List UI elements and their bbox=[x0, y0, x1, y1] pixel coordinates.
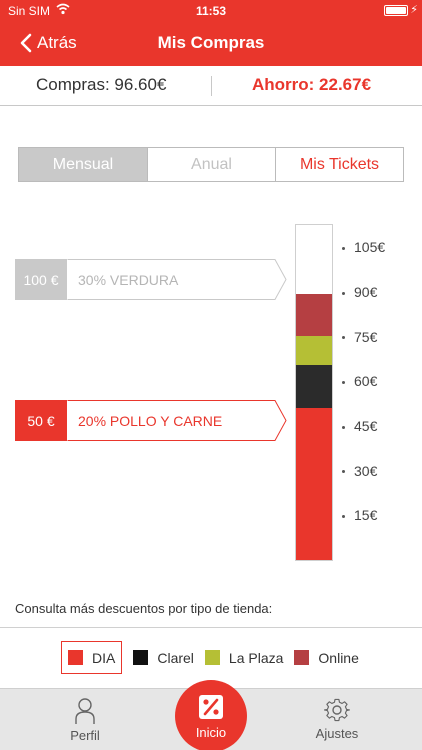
spending-column-chart bbox=[295, 224, 333, 561]
dia-logo-icon bbox=[199, 695, 223, 719]
y-tick-label: 45€ bbox=[342, 418, 402, 434]
y-tick-label: 15€ bbox=[342, 507, 402, 523]
app-header: Sin SIM 11:53 ⚡ Atrás Mis Compras bbox=[0, 0, 422, 66]
legend-item-online[interactable]: Online bbox=[294, 641, 359, 674]
status-time: 11:53 bbox=[195, 4, 227, 18]
column-segment-dia bbox=[296, 407, 332, 560]
legend-item-dia[interactable]: DIA bbox=[61, 641, 123, 674]
discount-tag-amount: 100 € bbox=[15, 259, 67, 300]
tab-perfil[interactable]: Perfil bbox=[40, 697, 130, 743]
discount-tag-pollo-carne[interactable]: 50 € 20% POLLO Y CARNE bbox=[15, 400, 287, 441]
y-tick-label: 30€ bbox=[342, 463, 402, 479]
tick-dot bbox=[342, 381, 345, 385]
ahorro-total: Ahorro: 22.67€ bbox=[252, 75, 372, 94]
legend-label: DIA bbox=[92, 649, 116, 666]
tick-dot bbox=[342, 470, 345, 474]
divider bbox=[0, 627, 422, 628]
store-type-legend: DIA Clarel La Plaza Online bbox=[61, 641, 370, 674]
person-icon bbox=[75, 698, 95, 724]
tab-mis-tickets[interactable]: Mis Tickets bbox=[275, 148, 403, 181]
tick-dot bbox=[342, 247, 345, 251]
legend-label: Clarel bbox=[157, 649, 194, 666]
column-segment-online bbox=[296, 293, 332, 336]
legend-item-clarel[interactable]: Clarel bbox=[133, 641, 194, 674]
y-tick-label: 60€ bbox=[342, 373, 402, 389]
tab-mensual[interactable]: Mensual bbox=[19, 148, 147, 181]
discount-tag-verdura[interactable]: 100 € 30% VERDURA bbox=[15, 259, 287, 300]
tick-dot bbox=[342, 336, 345, 340]
page-title: Mis Compras bbox=[157, 33, 265, 52]
column-segment-la-plaza bbox=[296, 335, 332, 365]
tab-inicio[interactable]: Inicio bbox=[175, 680, 247, 750]
tick-dot bbox=[342, 515, 345, 519]
y-tick-label: 90€ bbox=[342, 284, 402, 300]
tab-ajustes-label: Ajustes bbox=[315, 726, 359, 741]
y-tick-label: 75€ bbox=[342, 329, 402, 345]
legend-swatch bbox=[204, 650, 220, 665]
charging-icon: ⚡ bbox=[410, 4, 418, 16]
y-tick-label: 105€ bbox=[342, 239, 402, 255]
tick-dot bbox=[342, 425, 345, 429]
discount-tag-amount: 50 € bbox=[15, 400, 67, 441]
purchase-summary: Compras: 96.60€ Ahorro: 22.67€ bbox=[0, 66, 422, 106]
legend-label: La Plaza bbox=[228, 649, 284, 666]
tab-anual[interactable]: Anual bbox=[147, 148, 275, 181]
tab-inicio-label: Inicio bbox=[195, 725, 227, 740]
column-segment-clarel bbox=[296, 364, 332, 408]
tab-perfil-label: Perfil bbox=[70, 728, 100, 743]
discount-tag-body: 20% POLLO Y CARNE bbox=[67, 400, 287, 441]
legend-label: Online bbox=[318, 649, 359, 666]
compras-total: Compras: 96.60€ bbox=[36, 75, 167, 94]
discount-tag-text: 20% POLLO Y CARNE bbox=[78, 412, 223, 429]
summary-divider bbox=[211, 76, 212, 96]
legend-swatch bbox=[68, 650, 83, 665]
tick-dot bbox=[342, 291, 345, 295]
discount-tag-text: 30% VERDURA bbox=[78, 271, 179, 288]
status-bar: Sin SIM 11:53 ⚡ bbox=[0, 0, 422, 22]
legend-swatch bbox=[294, 650, 310, 665]
legend-swatch bbox=[133, 650, 149, 665]
legend-item-la-plaza[interactable]: La Plaza bbox=[204, 641, 284, 674]
gear-icon bbox=[324, 698, 350, 722]
battery-icon bbox=[384, 5, 408, 16]
tab-ajustes[interactable]: Ajustes bbox=[292, 697, 382, 741]
discount-tag-body: 30% VERDURA bbox=[67, 259, 287, 300]
period-tabs: Mensual Anual Mis Tickets bbox=[18, 147, 404, 182]
consulta-text: Consulta más descuentos por tipo de tien… bbox=[15, 601, 273, 616]
